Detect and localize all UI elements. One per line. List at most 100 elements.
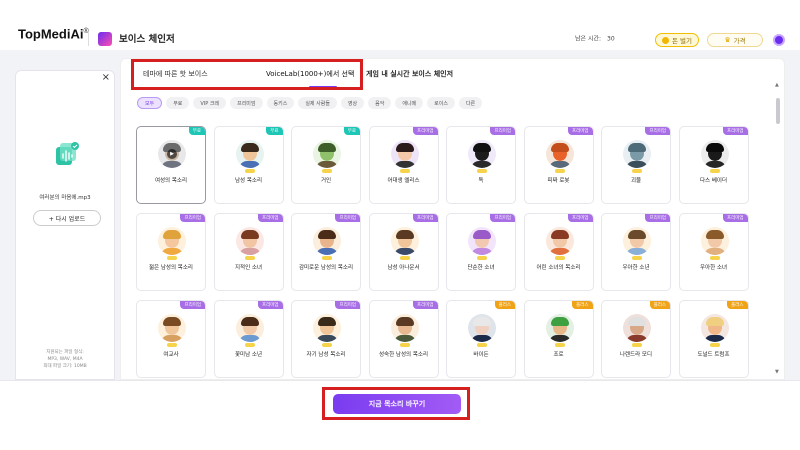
voice-card[interactable]: 프리미엄 꽃미남 소년: [213, 300, 284, 378]
voice-avatar: [700, 140, 729, 168]
mini-tag-icon: [709, 169, 720, 173]
voice-name: 여교사: [163, 352, 179, 358]
play-icon[interactable]: ▶: [167, 149, 177, 159]
voice-name: 도널드 트럼프: [697, 352, 730, 358]
filter-chip[interactable]: 모두: [137, 97, 163, 109]
mini-tag-icon: [244, 256, 255, 260]
mini-tag-icon: [554, 343, 565, 347]
filter-chip[interactable]: 로이스: [427, 97, 455, 109]
voice-name: 피짜 로봇: [547, 178, 570, 184]
tier-badge: 프리미엄: [412, 214, 438, 222]
voice-name: 우아한 소년: [622, 265, 650, 271]
audio-file-icon: [56, 142, 79, 165]
tier-badge: 프리미엄: [180, 301, 205, 309]
voice-card[interactable]: 프리미엄다스 베이더: [678, 126, 749, 204]
voice-card[interactable]: 프리미엄 어린 소녀의 목소리: [523, 213, 594, 291]
voice-card[interactable]: 프리미엄 단순한 소녀: [446, 213, 516, 291]
voice-library-panel: 테마에 따른 핫 보이스 VoiceLab(1000+)에서 선택 게임 내 실…: [120, 58, 785, 380]
close-icon[interactable]: ×: [102, 72, 110, 83]
tier-badge: 프리미엄: [257, 214, 283, 222]
voice-card[interactable]: 플러스나렌드라 모디: [601, 300, 671, 378]
scroll-thumb[interactable]: [776, 98, 780, 124]
tier-badge: 프리미엄: [645, 214, 670, 222]
voice-changer-icon: [98, 32, 112, 46]
voice-name: 여성의 목소리: [154, 178, 188, 184]
mini-tag-icon: [399, 256, 410, 260]
mini-tag-icon: [477, 256, 487, 260]
mini-tag-icon: [244, 169, 255, 173]
filter-chip[interactable]: 다른: [458, 97, 483, 109]
voice-avatar: [545, 227, 574, 255]
filter-chip[interactable]: VIP 크레: [193, 97, 227, 109]
voice-card[interactable]: 프리미엄 지적인 소녀: [213, 213, 284, 291]
tier-badge: 프리미엄: [722, 127, 748, 135]
voice-avatar: [158, 227, 186, 255]
voice-card[interactable]: 프리미엄 우아한 소녀: [678, 213, 749, 291]
voice-name: 독: [478, 178, 484, 184]
voice-card[interactable]: 프리미엄 감미로운 남성의 목소리: [291, 213, 361, 291]
filter-chip[interactable]: 동키스: [266, 97, 295, 109]
voice-card[interactable]: 플러스 조로: [523, 300, 594, 378]
voice-avatar: [468, 314, 496, 342]
voice-name: 다스 베이더: [699, 178, 728, 184]
voice-avatar: [313, 227, 341, 255]
voice-card[interactable]: 프리미엄 독: [446, 126, 516, 204]
change-voice-button[interactable]: 지금 목소리 바꾸기: [333, 394, 461, 414]
voice-card[interactable]: 프리미엄 피짜 로봇: [523, 126, 594, 204]
voice-avatar: [390, 314, 419, 342]
earn-coins-button[interactable]: 돈 벌기: [655, 33, 699, 47]
filter-chip[interactable]: 영상: [340, 97, 365, 109]
voice-card[interactable]: 프리미엄 남성 아나운서: [368, 213, 439, 291]
filter-chip[interactable]: 실제 사람들: [298, 97, 337, 109]
voice-name: 성숙한 남성의 목소리: [378, 352, 429, 358]
page-title: 보이스 체인저: [119, 34, 175, 45]
filter-chip[interactable]: 프리미엄: [230, 97, 263, 109]
tier-badge: 플러스: [572, 301, 593, 309]
voice-avatar: [700, 314, 729, 342]
mini-tag-icon: [244, 343, 255, 347]
mini-tag-icon: [167, 343, 177, 347]
tier-badge: 프리미엄: [180, 214, 205, 222]
scroll-up-icon[interactable]: ▲: [775, 82, 779, 88]
voice-card[interactable]: 프리미엄우아한 소년: [601, 213, 671, 291]
voice-card[interactable]: 플러스 바이든: [446, 300, 516, 378]
voice-card[interactable]: 프리미엄 젊은 남성의 목소리: [136, 213, 206, 291]
user-avatar[interactable]: [773, 34, 785, 46]
voice-card[interactable]: 무료남성 목소리: [213, 126, 284, 204]
voice-card[interactable]: 무료 거인: [291, 126, 361, 204]
voice-name: 어린 소녀의 목소리: [536, 265, 581, 271]
voice-avatar: [313, 314, 341, 342]
voice-name: 단순한 소녀: [467, 265, 495, 271]
voice-avatar: [235, 314, 264, 342]
coin-icon: [661, 36, 669, 44]
voice-name: 우아한 소녀: [699, 265, 728, 271]
voice-card[interactable]: 무료 ▶ 여성의 목소리: [136, 126, 206, 204]
filter-chip[interactable]: 음악: [368, 97, 392, 109]
voice-name: 나렌드라 모디: [619, 352, 653, 358]
filter-chip[interactable]: 애니메: [395, 97, 424, 109]
voice-card[interactable]: 프리미엄 괴물: [601, 126, 671, 204]
upload-note: 지원되는 파일 형식: MP3, WAV, M4A 최대 파일 크기: 10MB: [43, 350, 87, 369]
tier-badge: 무료: [266, 127, 283, 135]
tier-badge: 플러스: [494, 301, 515, 309]
voice-card[interactable]: 프리미엄 자기 남성 목소리: [291, 300, 361, 378]
filter-chip[interactable]: 무료: [166, 97, 190, 109]
reupload-button[interactable]: + 다시 업로드: [33, 210, 101, 226]
voice-card[interactable]: 플러스 도널드 트럼프: [678, 300, 749, 378]
voice-avatar: [235, 140, 264, 168]
scroll-down-icon[interactable]: ▼: [775, 369, 779, 375]
voice-avatar: [623, 227, 651, 255]
pricing-button[interactable]: ♛ 가격: [707, 33, 763, 47]
voice-card[interactable]: 프리미엄 어대생 엘리스: [368, 126, 439, 204]
voice-card[interactable]: 프리미엄 성숙한 남성의 목소리: [368, 300, 439, 378]
scrollbar[interactable]: ▲ ▼: [775, 80, 781, 380]
tabs-highlight-box: [131, 59, 363, 90]
tab-realtime-changer[interactable]: 게임 내 실시간 보이스 체인저: [366, 59, 453, 89]
app-logo[interactable]: TopMediAi®: [18, 27, 89, 42]
mini-tag-icon: [322, 256, 332, 260]
upload-panel: × 여러분의 마음에.mp3 + 다시 업로드 지원되는 파일 형식: MP3,…: [15, 70, 115, 380]
tier-badge: 플러스: [649, 301, 670, 309]
voice-card[interactable]: 프리미엄여교사: [136, 300, 206, 378]
voice-avatar: ▶: [158, 140, 186, 168]
voice-name: 남성 목소리: [234, 178, 263, 184]
